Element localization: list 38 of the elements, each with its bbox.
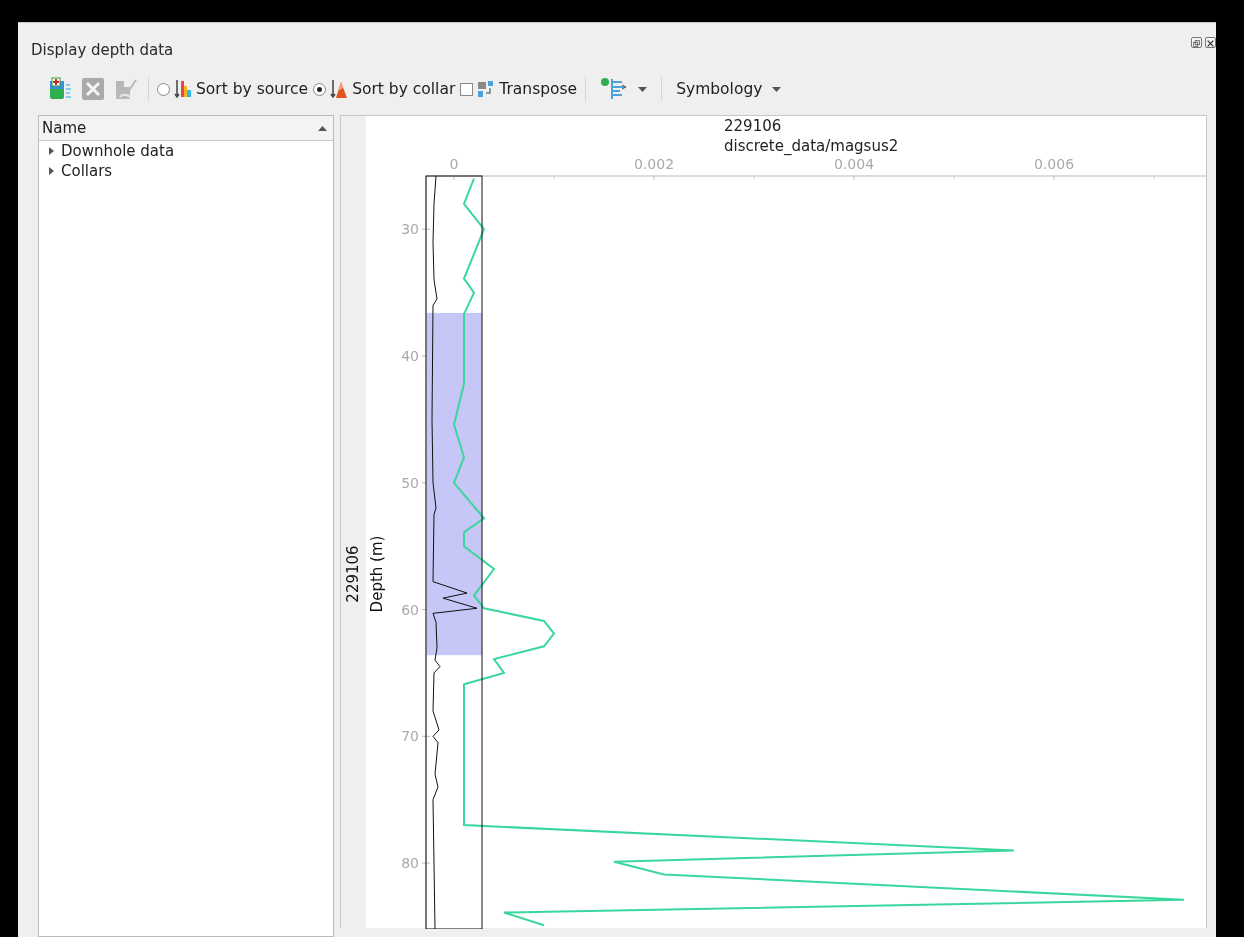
caret-icon bbox=[638, 86, 648, 92]
option-label[interactable]: Transpose bbox=[499, 80, 578, 98]
axis-tick-label: 50 bbox=[401, 474, 419, 491]
add-layer-icon bbox=[48, 77, 72, 101]
chart-title: 229106 discrete_data/magsus2 bbox=[724, 117, 899, 155]
tree-icon bbox=[600, 77, 629, 101]
symbology-dropdown[interactable]: Symbology bbox=[670, 78, 788, 100]
axis-title: Depth (m) bbox=[368, 535, 386, 613]
axis-tick-label: 40 bbox=[401, 348, 419, 364]
axis-tick-label: 0.004 bbox=[833, 156, 875, 172]
sort-bars-icon bbox=[174, 79, 192, 99]
close-button[interactable] bbox=[1205, 37, 1216, 48]
axis-tick-label: 70 bbox=[401, 728, 419, 745]
radio-button[interactable] bbox=[313, 82, 327, 96]
radio-button[interactable] bbox=[157, 82, 170, 96]
axis-tick-label: 30 bbox=[401, 221, 419, 238]
option-label[interactable]: Sort by collar bbox=[352, 80, 456, 98]
column-header[interactable]: Name bbox=[42, 119, 87, 137]
sort-triangle-icon bbox=[330, 79, 349, 99]
caret-icon bbox=[772, 86, 782, 92]
axis-tick-label: 0.006 bbox=[1033, 156, 1075, 172]
checkbox[interactable] bbox=[460, 82, 474, 96]
edit-icon bbox=[114, 77, 138, 101]
delete-icon bbox=[81, 77, 105, 101]
panel-title: Display depth data bbox=[31, 41, 175, 59]
axis-tick-label: 0 bbox=[449, 156, 459, 172]
close-icon bbox=[1206, 38, 1215, 49]
axis-tick-label: 0.002 bbox=[633, 156, 675, 172]
option-label[interactable]: Sort by source bbox=[196, 80, 309, 98]
tree-item[interactable]: Collars bbox=[39, 161, 119, 181]
axis-tick-label: 80 bbox=[401, 855, 419, 872]
tree-item[interactable]: Downhole data bbox=[39, 141, 181, 161]
sort-arrow-icon bbox=[318, 125, 327, 131]
axis-tick-label: 60 bbox=[401, 601, 419, 618]
transpose-icon bbox=[477, 79, 496, 99]
float-button[interactable] bbox=[1191, 37, 1202, 48]
track-label: 229106 bbox=[344, 545, 362, 603]
float-icon bbox=[1192, 38, 1201, 49]
